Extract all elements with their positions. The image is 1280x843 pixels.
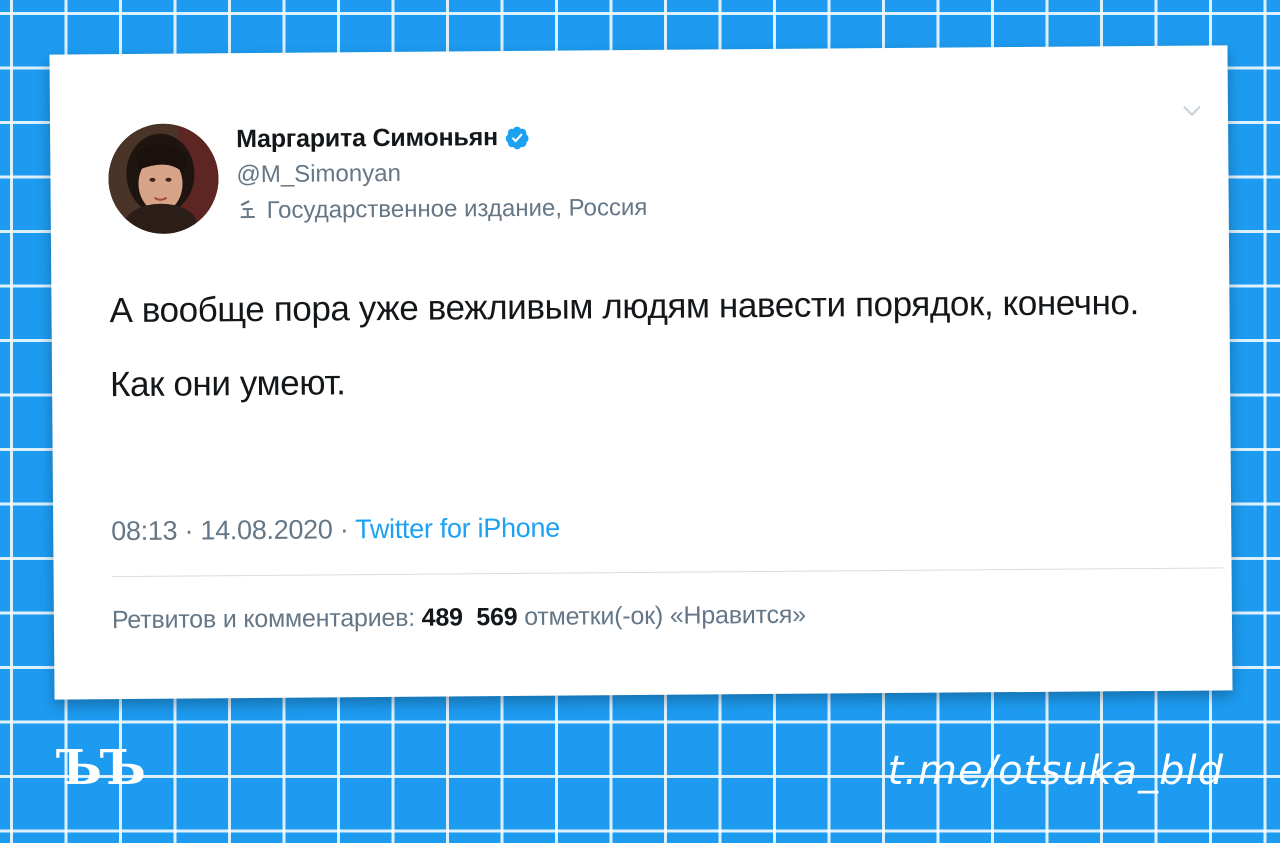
avatar[interactable]	[108, 123, 219, 235]
likes-count[interactable]: 569	[476, 603, 517, 631]
tweet-text: А вообще пора уже вежливым людям навести…	[109, 274, 1190, 414]
state-media-label[interactable]: Государственное издание, Россия	[237, 194, 648, 225]
lectern-icon	[237, 197, 259, 224]
retweets-label: Ретвитов и комментариев:	[111, 603, 416, 635]
author-display-name[interactable]: Маргарита Симоньян	[236, 123, 498, 154]
state-label-text: Государственное издание, Россия	[266, 193, 648, 224]
channel-link[interactable]: t.me/otsuka_bld	[888, 748, 1224, 794]
tweet-paragraph: А вообще пора уже вежливым людям навести…	[109, 283, 1140, 331]
tweet-source-link[interactable]: Twitter for iPhone	[355, 513, 560, 545]
tweet-date[interactable]: 14.08.2020	[200, 514, 332, 545]
retweets-count[interactable]: 489	[422, 603, 463, 631]
meta-separator: ·	[184, 515, 194, 546]
tweet-meta: 08:13 · 14.08.2020 · Twitter for iPhone	[111, 513, 560, 548]
chevron-down-icon[interactable]	[1182, 104, 1202, 122]
divider	[111, 567, 1224, 578]
tweet-time[interactable]: 08:13	[111, 516, 177, 547]
channel-logo: ЪЪ	[56, 740, 146, 796]
tweet-stats: Ретвитов и комментариев: 489 569 отметки…	[112, 601, 806, 635]
likes-label: отметки(-ок) «Нравится»	[524, 600, 807, 631]
verified-badge-icon	[504, 124, 530, 150]
author-handle[interactable]: @M_Simonyan	[236, 160, 401, 189]
meta-separator: ·	[339, 514, 349, 545]
tweet-paragraph: Как они умеют.	[109, 363, 346, 405]
tweet-card: Маргарита Симоньян @M_Simonyan Государст…	[49, 45, 1233, 700]
author-name-row: Маргарита Симоньян	[236, 123, 530, 154]
